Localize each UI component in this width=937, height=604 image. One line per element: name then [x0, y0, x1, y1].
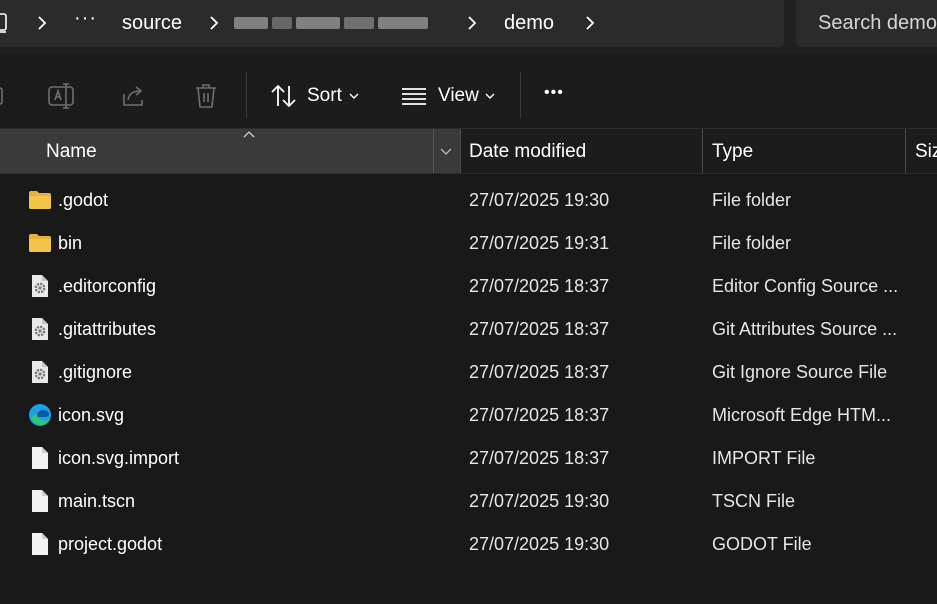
- view-icon[interactable]: [401, 82, 429, 110]
- file-type: IMPORT File: [712, 448, 816, 468]
- file-date-modified: 27/07/2025 19:30: [469, 190, 610, 210]
- file-type: TSCN File: [712, 491, 796, 511]
- search-input[interactable]: Search demo: [818, 11, 937, 35]
- cut-icon[interactable]: [0, 82, 10, 110]
- table-row[interactable]: bin 27/07/2025 19:31 File folder: [0, 222, 937, 265]
- column-header-type[interactable]: Type: [712, 141, 753, 163]
- table-row[interactable]: .gitattributes 27/07/2025 18:37 Git Attrib…: [0, 308, 937, 351]
- file-icon: [28, 532, 52, 556]
- breadcrumb-demo[interactable]: demo: [504, 11, 554, 35]
- column-divider[interactable]: [702, 129, 703, 173]
- file-date-modified: 27/07/2025 18:37: [469, 448, 610, 468]
- this-pc-icon[interactable]: [0, 12, 14, 34]
- table-row[interactable]: .editorconfig 27/07/2025 18:37 Editor Conf…: [0, 265, 937, 308]
- edge-icon: [28, 403, 52, 427]
- file-date-modified: 27/07/2025 19:30: [469, 491, 610, 511]
- column-divider[interactable]: [905, 129, 906, 173]
- file-list: .godot 27/07/2025 19:30 File folder bin 27/0…: [0, 179, 937, 566]
- breadcrumb-source[interactable]: source: [122, 11, 182, 35]
- file-type: File folder: [712, 190, 792, 210]
- file-name: .godot: [58, 190, 109, 210]
- file-name: bin: [58, 233, 83, 253]
- file-type: Editor Config Source ...: [712, 276, 898, 296]
- breadcrumb-ellipsis[interactable]: ···: [74, 6, 97, 30]
- chevron-down-icon[interactable]: [440, 146, 452, 156]
- file-name: icon.svg.import: [58, 448, 180, 468]
- file-type: Git Attributes Source ...: [712, 319, 898, 339]
- file-date-modified: 27/07/2025 19:31: [469, 233, 610, 253]
- column-header-date[interactable]: Date modified: [469, 141, 586, 163]
- column-header-row: Name Date modified Type Size: [0, 128, 937, 174]
- config-file-icon: [28, 317, 52, 341]
- file-icon: [28, 489, 52, 513]
- file-name: .gitignore: [58, 362, 133, 382]
- file-type: Git Ignore Source File: [712, 362, 888, 382]
- table-row[interactable]: .gitignore 27/07/2025 18:37 Git Ignore Sou…: [0, 351, 937, 394]
- column-header-name-label: Name: [46, 141, 97, 162]
- chevron-right-icon[interactable]: [582, 15, 598, 31]
- search-box[interactable]: Search demo: [796, 0, 937, 47]
- file-name: project.godot: [58, 534, 163, 554]
- rename-icon[interactable]: [48, 82, 76, 110]
- file-date-modified: 27/07/2025 18:37: [469, 319, 610, 339]
- file-name: .gitattributes: [58, 319, 157, 339]
- sort-button[interactable]: Sort: [307, 85, 342, 107]
- column-header-name[interactable]: Name: [0, 129, 460, 173]
- chevron-right-icon[interactable]: [34, 15, 50, 31]
- file-icon: [28, 446, 52, 470]
- file-explorer-window: ··· source demo Search demo Sort View ••…: [0, 0, 937, 604]
- share-icon[interactable]: [120, 82, 148, 110]
- address-bar[interactable]: ··· source demo: [0, 0, 784, 47]
- address-row: ··· source demo Search demo: [0, 0, 937, 54]
- chevron-right-icon[interactable]: [206, 15, 222, 31]
- breadcrumb-redacted[interactable]: [234, 14, 430, 32]
- view-button[interactable]: View: [438, 85, 479, 107]
- toolbar-divider: [246, 72, 247, 118]
- file-date-modified: 27/07/2025 18:37: [469, 362, 610, 382]
- file-date-modified: 27/07/2025 18:37: [469, 276, 610, 296]
- chevron-down-icon[interactable]: [349, 91, 359, 101]
- file-type: GODOT File: [712, 534, 812, 554]
- sort-ascending-icon: [243, 130, 255, 138]
- file-date-modified: 27/07/2025 18:37: [469, 405, 610, 425]
- folder-icon: [28, 231, 52, 255]
- chevron-right-icon[interactable]: [464, 15, 480, 31]
- table-row[interactable]: icon.svg 27/07/2025 18:37 Microsoft Edge H…: [0, 394, 937, 437]
- table-row[interactable]: project.godot 27/07/2025 19:30 GODOT File: [0, 523, 937, 566]
- column-header-size[interactable]: Size: [915, 141, 937, 163]
- file-date-modified: 27/07/2025 19:30: [469, 534, 610, 554]
- table-row[interactable]: .godot 27/07/2025 19:30 File folder: [0, 179, 937, 222]
- table-row[interactable]: icon.svg.import 27/07/2025 18:37 IMPORT Fi…: [0, 437, 937, 480]
- toolbar-divider: [520, 72, 521, 118]
- sort-icon[interactable]: [270, 82, 298, 110]
- delete-icon[interactable]: [193, 82, 221, 110]
- file-name: .editorconfig: [58, 276, 157, 296]
- config-file-icon: [28, 360, 52, 384]
- column-divider[interactable]: [460, 129, 461, 173]
- command-bar: Sort View •••: [0, 54, 937, 128]
- column-divider[interactable]: [433, 129, 434, 173]
- file-type: File folder: [712, 233, 792, 253]
- table-row[interactable]: main.tscn 27/07/2025 19:30 TSCN File: [0, 480, 937, 523]
- file-name: icon.svg: [58, 405, 125, 425]
- more-options-button[interactable]: •••: [544, 82, 564, 104]
- file-name: main.tscn: [58, 491, 136, 511]
- folder-icon: [28, 188, 52, 212]
- config-file-icon: [28, 274, 52, 298]
- file-type: Microsoft Edge HTM...: [712, 405, 892, 425]
- chevron-down-icon[interactable]: [485, 91, 495, 101]
